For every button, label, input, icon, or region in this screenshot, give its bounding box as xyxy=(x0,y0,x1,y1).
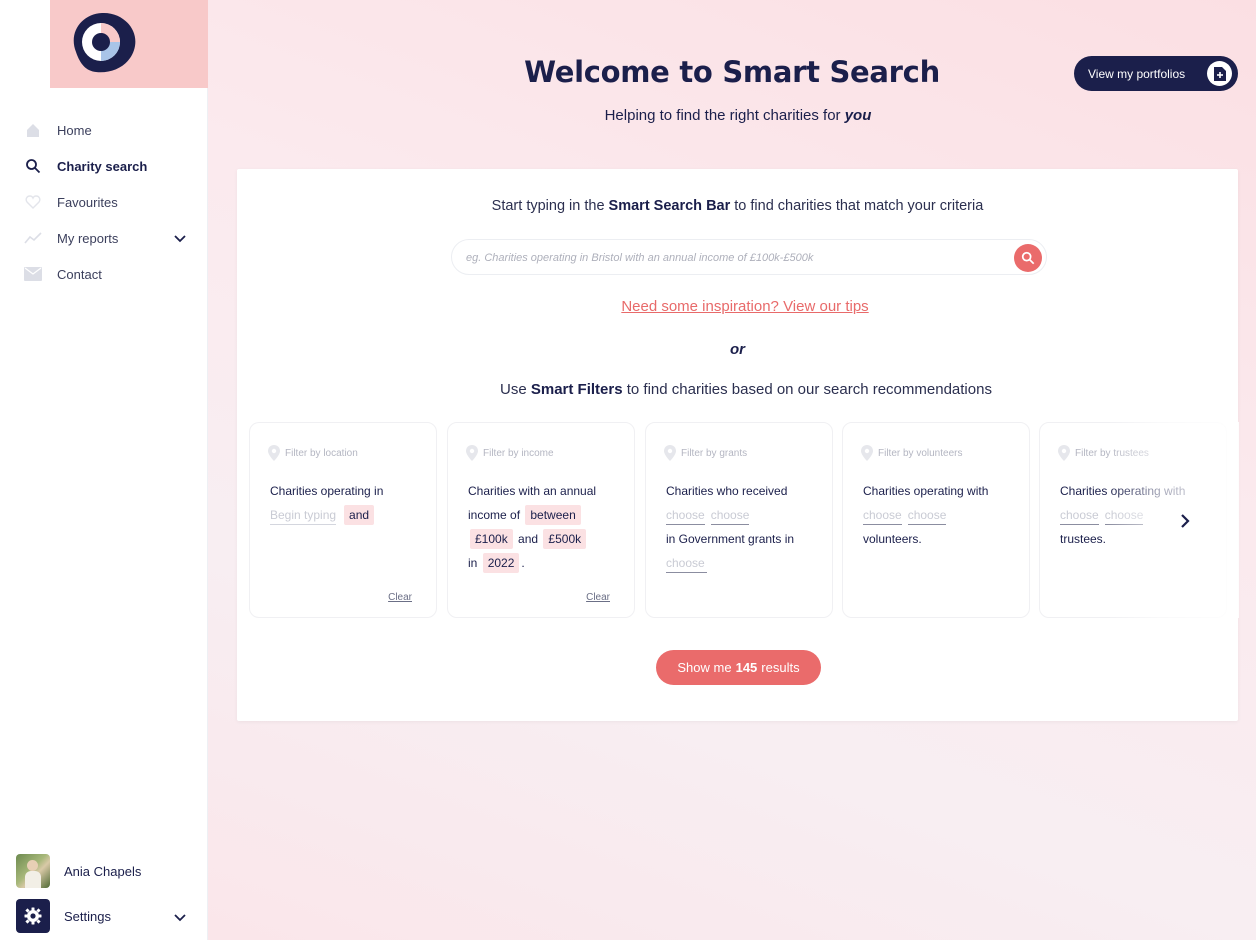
search-input[interactable] xyxy=(466,248,1006,268)
range-type-chip[interactable]: between xyxy=(525,505,581,525)
location-pin-icon xyxy=(466,445,478,461)
sidebar-item-label: Contact xyxy=(57,266,102,282)
filter-card-volunteers[interactable]: Filter by volunteers Charities operating… xyxy=(842,422,1030,618)
filter-card-income[interactable]: Filter by income Charities with an annua… xyxy=(447,422,635,618)
search-intro: Start typing in the Smart Search Bar to … xyxy=(491,198,984,214)
income-year-chip[interactable]: 2022 xyxy=(482,553,520,573)
location-pin-icon xyxy=(664,445,676,461)
chevron-down-icon[interactable] xyxy=(174,910,186,925)
sidebar-item-favourites[interactable]: Favourites xyxy=(0,184,208,220)
or-divider: or xyxy=(730,341,745,358)
sidebar-item-home[interactable]: Home xyxy=(0,112,208,148)
sidebar-nav: Home Charity search Favourites My report… xyxy=(0,112,208,292)
sidebar-item-label: Favourites xyxy=(57,194,118,210)
grants-choose-year[interactable]: choose xyxy=(666,555,707,573)
sidebar-item-charity-search[interactable]: Charity search xyxy=(0,148,208,184)
and-chip[interactable]: and xyxy=(344,505,375,525)
search-button[interactable] xyxy=(1014,244,1042,272)
settings-menu[interactable]: Settings xyxy=(16,899,192,933)
user-name: Ania Chapels xyxy=(64,863,142,879)
avatar xyxy=(16,854,50,888)
mail-icon xyxy=(24,265,42,283)
sidebar-item-label: My reports xyxy=(57,230,119,246)
sidebar-item-my-reports[interactable]: My reports xyxy=(0,220,208,256)
filter-card-location[interactable]: Filter by location Charities operating i… xyxy=(249,422,437,618)
income-min-chip[interactable]: £100k xyxy=(470,529,513,549)
trustees-choose-2[interactable]: choose xyxy=(1104,507,1144,525)
location-input[interactable]: Begin typing xyxy=(270,507,337,525)
volunteers-choose-1[interactable]: choose xyxy=(863,507,902,525)
tips-link[interactable]: Need some inspiration? View our tips xyxy=(237,298,1253,315)
add-document-icon xyxy=(1207,61,1232,86)
trustees-choose-1[interactable]: choose xyxy=(1060,507,1099,525)
search-icon xyxy=(24,157,42,175)
show-results-button[interactable]: Show me 145 results xyxy=(656,650,821,685)
grants-choose-1[interactable]: choose xyxy=(666,507,705,525)
logo-icon[interactable] xyxy=(68,12,136,74)
clear-location-link[interactable]: Clear xyxy=(388,592,412,603)
user-profile[interactable]: Ania Chapels xyxy=(16,854,141,888)
sidebar-item-contact[interactable]: Contact xyxy=(0,256,208,292)
clear-income-link[interactable]: Clear xyxy=(586,592,610,603)
sidebar-item-label: Home xyxy=(57,122,92,138)
gear-icon xyxy=(16,899,50,933)
filters-intro: Use Smart Filters to find charities base… xyxy=(500,381,992,398)
location-pin-icon xyxy=(1058,445,1070,461)
income-max-chip[interactable]: £500k xyxy=(543,529,587,549)
settings-label: Settings xyxy=(64,908,111,924)
home-icon xyxy=(24,121,42,139)
location-pin-icon xyxy=(861,445,873,461)
filter-card-trustees[interactable]: Filter by trustees Charities operating w… xyxy=(1039,422,1227,618)
heart-icon xyxy=(24,193,42,211)
logo-area xyxy=(0,0,208,88)
view-portfolios-button[interactable]: View my portfolios xyxy=(1074,56,1238,91)
grants-choose-2[interactable]: choose xyxy=(710,507,750,525)
filter-card-grants[interactable]: Filter by grants Charities who received … xyxy=(645,422,833,618)
trend-icon xyxy=(24,229,42,247)
chevron-right-icon[interactable] xyxy=(1177,513,1193,529)
location-pin-icon xyxy=(268,445,280,461)
search-card: Start typing in the Smart Search Bar to … xyxy=(237,169,1239,721)
smart-search-bar xyxy=(451,239,1047,275)
page-subtitle: Helping to find the right charities for … xyxy=(604,107,872,124)
sidebar-item-label: Charity search xyxy=(57,158,148,174)
volunteers-choose-2[interactable]: choose xyxy=(907,507,947,525)
main-content: Welcome to Smart Search Helping to find … xyxy=(208,0,1256,940)
sidebar: Home Charity search Favourites My report… xyxy=(0,0,208,940)
chevron-down-icon[interactable] xyxy=(174,231,186,246)
